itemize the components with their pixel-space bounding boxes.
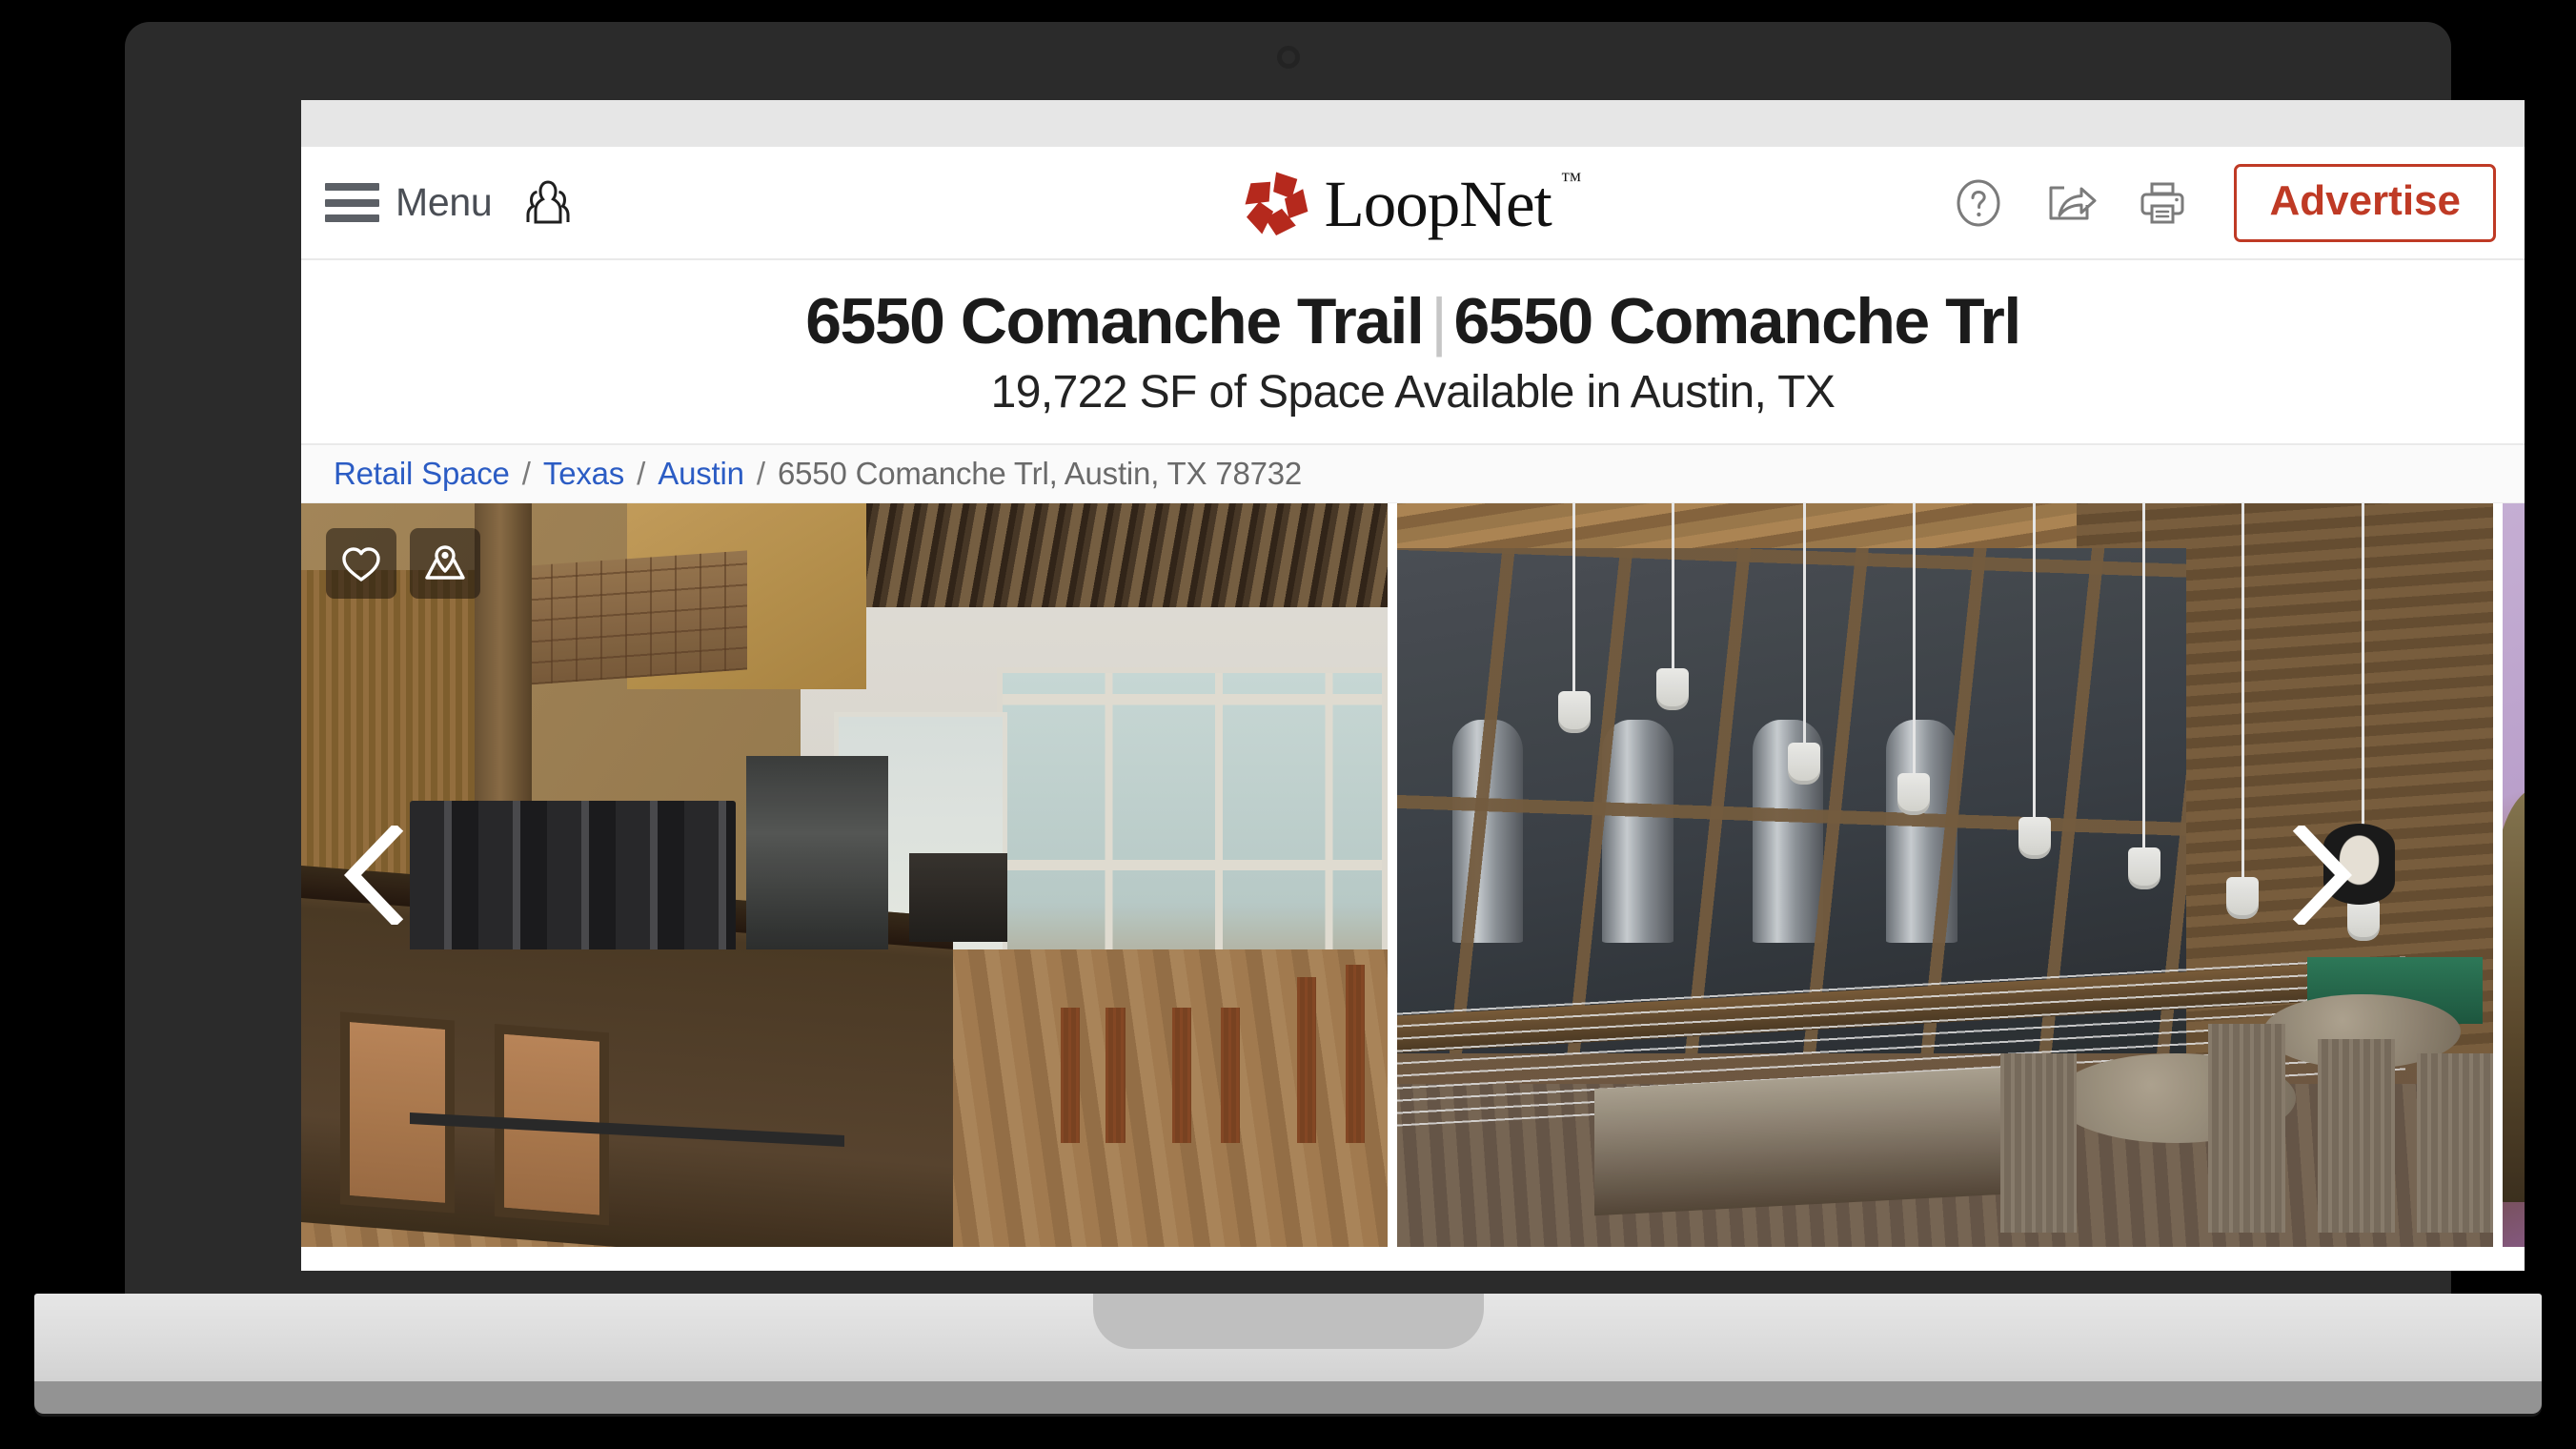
loopnet-pinwheel-icon	[1245, 171, 1308, 235]
favorite-button[interactable]	[326, 528, 396, 600]
laptop-base-surface	[34, 1294, 2542, 1381]
listing-title-section: 6550 Comanche Trail | 6550 Comanche Trl 19…	[301, 260, 2525, 446]
contacts-button[interactable]	[518, 178, 578, 228]
chevron-right-icon	[2292, 826, 2352, 926]
gallery-photo-partial-next[interactable]	[2503, 503, 2525, 1248]
loopnet-logo[interactable]: LoopNet ™	[1241, 168, 1586, 238]
help-button[interactable]	[1954, 178, 2003, 228]
menu-button[interactable]: Menu	[325, 180, 493, 225]
laptop-base-front-edge	[34, 1381, 2542, 1414]
photo-canvas	[2503, 503, 2525, 1248]
breadcrumb-separator: /	[756, 456, 765, 492]
header-right-group: Advertise	[1954, 163, 2496, 242]
hamburger-menu-icon	[325, 183, 379, 222]
gallery-photo-gap	[1388, 503, 1397, 1248]
breadcrumb-separator: /	[521, 456, 531, 492]
heart-icon	[342, 547, 380, 582]
breadcrumb-link-austin[interactable]: Austin	[658, 456, 744, 492]
chevron-left-icon	[344, 826, 404, 926]
gallery-prev-button[interactable]	[343, 826, 404, 926]
page-subtitle: 19,722 SF of Space Available in Austin, …	[990, 367, 1836, 418]
contacts-people-icon	[526, 179, 570, 223]
page-title: 6550 Comanche Trail | 6550 Comanche Trl	[320, 285, 2505, 357]
webcam-icon	[1276, 46, 1300, 69]
breadcrumb-separator: /	[637, 456, 646, 492]
advertise-button[interactable]: Advertise	[2234, 163, 2496, 242]
breadcrumb: Retail Space / Texas / Austin / 6550 Com…	[301, 445, 2525, 504]
browser-chrome-strip	[301, 100, 2525, 147]
property-address-short: 6550 Comanche Trl	[1453, 285, 2021, 357]
browser-viewport: Menu LoopNet ™ Advertise 6550 Comanche T…	[301, 100, 2525, 1271]
share-button[interactable]	[2043, 178, 2099, 228]
menu-button-label: Menu	[396, 180, 493, 224]
gallery-photo-gap	[2493, 503, 2503, 1248]
laptop-base	[34, 1294, 2542, 1414]
help-icon	[1957, 179, 2000, 226]
header-left-group: Menu	[325, 178, 578, 228]
laptop-lid: Menu LoopNet ™ Advertise 6550 Comanche T…	[125, 22, 2525, 1298]
gallery-photo-coffee-bar[interactable]	[301, 503, 1388, 1248]
property-name: 6550 Comanche Trail	[805, 285, 1425, 357]
loopnet-wordmark: LoopNet	[1324, 168, 1552, 240]
breadcrumb-current: 6550 Comanche Trl, Austin, TX 78732	[777, 456, 1303, 492]
title-separator: |	[1430, 285, 1448, 357]
share-icon	[2049, 186, 2097, 219]
breadcrumb-link-retail-space[interactable]: Retail Space	[334, 456, 510, 492]
print-icon	[2140, 182, 2184, 223]
breadcrumb-link-texas[interactable]: Texas	[543, 456, 624, 492]
map-pin-icon	[425, 545, 465, 580]
map-button[interactable]	[410, 528, 480, 600]
laptop-base-notch	[1092, 1294, 1484, 1349]
photo-canvas	[301, 503, 1388, 1248]
gallery-action-buttons	[326, 528, 480, 600]
print-button[interactable]	[2139, 178, 2186, 228]
gallery-next-button[interactable]	[2292, 826, 2353, 926]
photo-gallery	[301, 503, 2525, 1248]
laptop-mockup: Menu LoopNet ™ Advertise 6550 Comanche T…	[0, 0, 2576, 1449]
site-header: Menu LoopNet ™ Advertise	[301, 147, 2525, 260]
trademark-symbol: ™	[1560, 167, 1582, 192]
